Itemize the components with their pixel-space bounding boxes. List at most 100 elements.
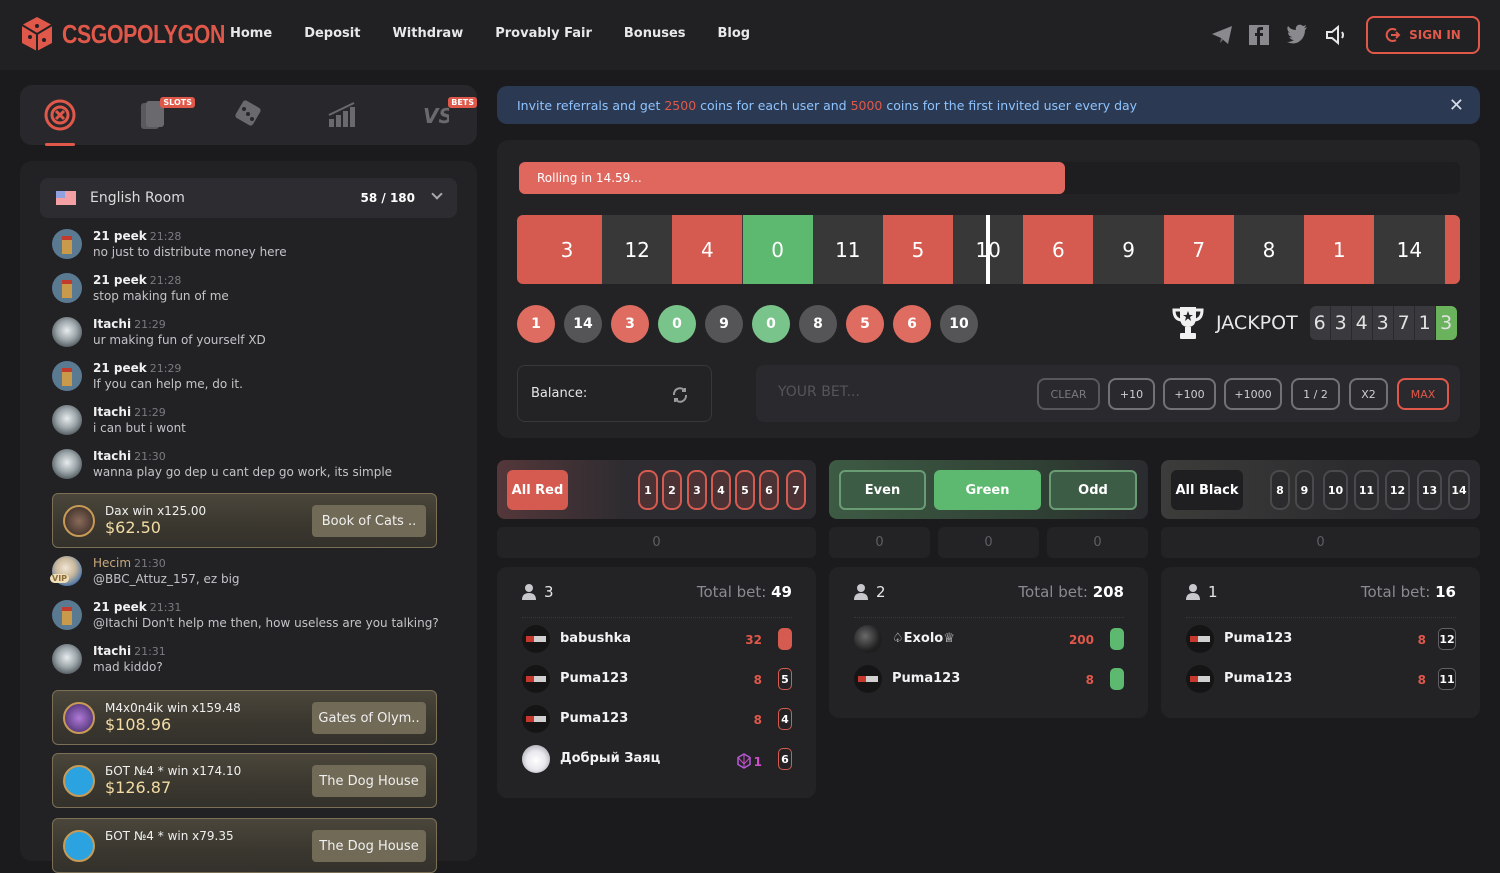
even-button[interactable]: Even	[839, 470, 926, 510]
user-avatar[interactable]	[52, 449, 82, 479]
user-avatar[interactable]	[52, 317, 82, 347]
all-red-button[interactable]: All Red	[507, 470, 568, 510]
facebook-icon[interactable]	[1248, 24, 1272, 46]
sign-in-button[interactable]: SIGN IN	[1366, 16, 1480, 54]
win-game-button[interactable]: Gates of Olym..	[312, 702, 426, 734]
username[interactable]: 21 peek 21:28	[93, 273, 229, 287]
winner-avatar	[63, 830, 95, 862]
player-name[interactable]: Puma123	[560, 671, 628, 686]
player-name[interactable]: Puma123	[1224, 631, 1292, 646]
red-number-7[interactable]: 7	[786, 470, 806, 510]
big-win-card[interactable]: Dax win x125.00 $62.50 Book of Cats ..	[52, 493, 437, 548]
close-icon[interactable]: ✕	[1449, 95, 1464, 116]
win-game-button[interactable]: The Dog House	[312, 765, 426, 797]
black-number-10[interactable]: 10	[1323, 470, 1348, 510]
big-win-card[interactable]: БОТ №4 * win x79.35 The Dog House	[52, 818, 437, 873]
username[interactable]: Itachi 21:30	[93, 449, 392, 463]
odd-button[interactable]: Odd	[1049, 470, 1137, 510]
black-number-8[interactable]: 8	[1270, 470, 1290, 510]
username-text: Itachi	[93, 317, 132, 331]
gem-icon	[736, 753, 754, 769]
big-win-card[interactable]: M4x0n4ik win x159.48 $108.96 Gates of Olym…	[52, 690, 437, 745]
green-button[interactable]: Green	[934, 470, 1041, 510]
bet-input[interactable]: YOUR BET...	[778, 384, 860, 400]
sound-icon[interactable]	[1324, 24, 1348, 46]
nav-withdraw[interactable]: Withdraw	[392, 26, 463, 41]
user-avatar[interactable]	[52, 644, 82, 674]
player-avatar[interactable]	[1186, 625, 1214, 653]
win-game-button[interactable]: Book of Cats ..	[312, 505, 426, 537]
red-number-6[interactable]: 6	[759, 470, 779, 510]
red-number-3[interactable]: 3	[687, 470, 707, 510]
player-avatar[interactable]	[1186, 665, 1214, 693]
tab-dice[interactable]	[228, 97, 268, 133]
username[interactable]: Itachi 21:29	[93, 405, 186, 419]
user-avatar[interactable]	[52, 361, 82, 391]
logo[interactable]: CSGOPOLYGON	[20, 16, 261, 52]
plus-10-button[interactable]: +10	[1108, 378, 1155, 410]
player-name[interactable]: babushka	[560, 631, 631, 646]
username[interactable]: 21 peek 21:28	[93, 229, 287, 243]
black-number-12[interactable]: 12	[1385, 470, 1410, 510]
message-body: 21 peek 21:28 stop making fun of me	[93, 273, 229, 303]
red-number-4[interactable]: 4	[711, 470, 731, 510]
red-bet-amount: 0	[497, 527, 816, 558]
black-number-14[interactable]: 14	[1448, 470, 1470, 510]
refresh-icon[interactable]	[671, 386, 689, 408]
plus-1000-button[interactable]: +1000	[1224, 378, 1282, 410]
user-avatar[interactable]	[52, 405, 82, 435]
clear-button[interactable]: CLEAR	[1037, 378, 1100, 410]
room-selector[interactable]: English Room 58 / 180	[40, 178, 457, 218]
player-avatar[interactable]	[854, 665, 882, 693]
player-name[interactable]: Добрый Заяц	[560, 751, 660, 766]
tab-roulette[interactable]	[40, 97, 80, 133]
nav-blog[interactable]: Blog	[718, 26, 751, 41]
history-ball: 1	[517, 305, 555, 343]
user-avatar[interactable]	[52, 273, 82, 303]
red-number-1[interactable]: 1	[638, 470, 658, 510]
half-button[interactable]: 1 / 2	[1291, 378, 1340, 410]
bet-target-tag: 6	[778, 748, 792, 770]
username[interactable]: 21 peek 21:29	[93, 361, 243, 375]
tab-slots[interactable]: SLOTS	[133, 97, 195, 133]
plus-100-button[interactable]: +100	[1163, 378, 1216, 410]
player-name[interactable]: Puma123	[560, 711, 628, 726]
tab-versus[interactable]: VS BETS	[415, 97, 477, 133]
double-button[interactable]: X2	[1349, 378, 1388, 410]
all-black-button[interactable]: All Black	[1171, 470, 1243, 510]
big-win-card[interactable]: БОТ №4 * win x174.10 $126.87 The Dog House	[52, 753, 437, 808]
twitter-icon[interactable]	[1286, 24, 1310, 46]
username[interactable]: 21 peek 21:31	[93, 600, 439, 614]
nav-home[interactable]: Home	[230, 26, 272, 41]
player-avatar[interactable]	[522, 745, 550, 773]
red-number-2[interactable]: 2	[662, 470, 682, 510]
username[interactable]: Hecim 21:30	[93, 556, 240, 570]
nav-provably-fair[interactable]: Provably Fair	[495, 26, 592, 41]
username[interactable]: Itachi 21:29	[93, 317, 266, 331]
black-number-13[interactable]: 13	[1417, 470, 1442, 510]
history-ball: 0	[658, 305, 696, 343]
username-text: 21 peek	[93, 600, 147, 614]
username[interactable]: Itachi 21:31	[93, 644, 166, 658]
player-avatar[interactable]	[854, 625, 882, 653]
user-avatar[interactable]: VIP	[50, 556, 82, 586]
telegram-icon[interactable]	[1210, 24, 1234, 46]
max-button[interactable]: MAX	[1397, 378, 1449, 410]
player-name[interactable]: Puma123	[1224, 671, 1292, 686]
player-name[interactable]: Puma123	[892, 671, 960, 686]
user-avatar[interactable]	[52, 229, 82, 259]
win-game-button[interactable]: The Dog House	[312, 830, 426, 862]
nav-deposit[interactable]: Deposit	[304, 26, 360, 41]
tab-crash[interactable]	[322, 97, 362, 133]
player-avatar[interactable]	[522, 625, 550, 653]
user-avatar[interactable]	[52, 600, 82, 630]
red-number-5[interactable]: 5	[735, 470, 755, 510]
player-avatar[interactable]	[522, 705, 550, 733]
black-number-9[interactable]: 9	[1295, 470, 1314, 510]
nav-bonuses[interactable]: Bonuses	[624, 26, 686, 41]
player-avatar[interactable]	[522, 665, 550, 693]
bet-amount: 1	[736, 753, 762, 769]
username-text: Itachi	[93, 449, 132, 463]
black-number-11[interactable]: 11	[1354, 470, 1379, 510]
player-name[interactable]: ♤Exolo♕	[892, 631, 955, 646]
